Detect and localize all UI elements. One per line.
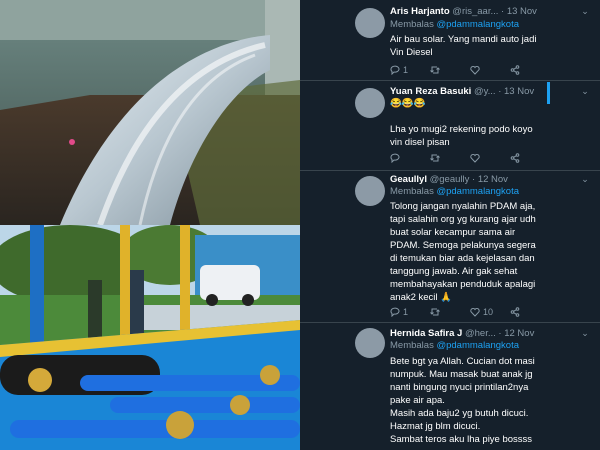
tweet-text: 😂😂😂 Lha yo mugi2 rekening podo koyo vin …	[390, 97, 590, 149]
reply-to-handle[interactable]: @pdammalangkota	[436, 19, 519, 30]
tweet-geaullyl[interactable]: Geaullyl @geaully · 12 Nov ⌄ Membalas @p…	[300, 170, 600, 323]
avatar[interactable]	[355, 88, 385, 118]
tweet-aris-harjanto[interactable]: Aris Harjanto @ris_aar... · 13 Nov ⌄ Mem…	[300, 0, 600, 81]
author-handle: @geaully	[429, 174, 470, 185]
tweet-line: numpuk. Mau masak buat anak jg	[390, 369, 533, 380]
author-name[interactable]: Hernida Safira J	[390, 328, 462, 339]
tweet-line: Bete bgt ya Allah. Cucian dot masi	[390, 356, 535, 367]
like-icon	[470, 153, 480, 163]
water-outflow-photo	[0, 0, 300, 225]
tweet-text: Tolong jangan nyalahin PDAM aja, tapi sa…	[390, 200, 590, 304]
tweet-line: Hazmat jg blm dicuci.	[390, 421, 481, 432]
avatar[interactable]	[355, 176, 385, 206]
reply-prefix: Membalas	[390, 340, 434, 351]
author-name[interactable]: Geaullyl	[390, 174, 427, 185]
like-button[interactable]	[470, 63, 483, 77]
share-button[interactable]	[510, 63, 520, 77]
tweet-line: nanti bingung nyuci printilan2nya	[390, 382, 529, 393]
reply-count: 1	[403, 65, 409, 75]
tweet-line: pake air apa.	[390, 395, 445, 406]
tweet-date[interactable]: 13 Nov	[507, 6, 537, 17]
share-button[interactable]	[510, 151, 520, 165]
tweet-line: Tolong jangan nyalahin PDAM aja,	[390, 201, 536, 212]
reply-button[interactable]	[390, 151, 403, 165]
chevron-down-icon[interactable]: ⌄	[580, 328, 590, 339]
reply-icon	[390, 153, 400, 163]
tweet-line: Vin Diesel	[390, 47, 433, 58]
avatar[interactable]	[355, 328, 385, 358]
tweet-line: Air bau solar. Yang mandi auto jadi	[390, 34, 537, 45]
author-handle: @her...	[464, 328, 496, 339]
chevron-down-icon[interactable]: ⌄	[580, 174, 590, 185]
retweet-button[interactable]	[430, 63, 443, 77]
retweet-button[interactable]	[430, 305, 443, 319]
share-icon	[510, 307, 520, 317]
tweet-date[interactable]: 12 Nov	[478, 174, 508, 185]
retweet-icon	[430, 308, 440, 316]
tweet-line: membahayakan penduduk apalagi	[390, 279, 536, 290]
tweet-line: di temukan biar ada kejelasan dan	[390, 253, 535, 264]
share-icon	[510, 65, 520, 75]
tweet-yuan-reza-basuki[interactable]: Yuan Reza Basuki @y... · 13 Nov ⌄ 😂😂😂 Lh…	[300, 80, 600, 171]
reply-to-handle[interactable]: @pdammalangkota	[436, 186, 519, 197]
tweet-actions: 1 10	[390, 305, 590, 319]
author-name[interactable]: Yuan Reza Basuki	[390, 86, 471, 97]
reply-prefix: Membalas	[390, 19, 434, 30]
tweet-hernida-safira[interactable]: Hernida Safira J @her... · 12 Nov ⌄ Memb…	[300, 322, 600, 450]
reply-to-handle[interactable]: @pdammalangkota	[436, 340, 519, 351]
twitter-thread: Aris Harjanto @ris_aar... · 13 Nov ⌄ Mem…	[300, 0, 600, 450]
tweet-line: PDAM. Semoga pelakunya segera	[390, 240, 536, 251]
reply-button[interactable]: 1	[390, 63, 408, 77]
tweet-line: Sambat teros aku lha piye bossss	[390, 434, 533, 445]
retweet-icon	[430, 66, 440, 74]
reply-icon	[390, 65, 400, 75]
tweet-actions: 1	[390, 63, 590, 77]
avatar[interactable]	[355, 8, 385, 38]
like-icon	[470, 65, 480, 75]
reply-icon	[390, 307, 400, 317]
author-handle: @ris_aar...	[452, 6, 499, 17]
chevron-down-icon[interactable]: ⌄	[580, 6, 590, 17]
tweet-line: vin disel pisan	[390, 137, 450, 148]
reply-count: 1	[403, 307, 409, 317]
like-button[interactable]: 10	[470, 305, 493, 319]
tweet-line: tapi salahin org yg kurang ajar udh	[390, 214, 536, 225]
tweet-line: Lha yo mugi2 rekening podo koyo	[390, 124, 533, 135]
tweet-actions	[390, 151, 590, 165]
tweet-line: buat solar kecampur sama air	[390, 227, 516, 238]
chevron-down-icon[interactable]: ⌄	[580, 86, 590, 97]
share-icon	[510, 153, 520, 163]
retweet-icon	[430, 154, 440, 162]
tweet-line: 😂😂😂	[390, 98, 426, 109]
pump-station-photo	[0, 225, 300, 450]
thread-indicator	[547, 82, 550, 104]
like-count: 10	[483, 307, 494, 317]
share-button[interactable]	[510, 305, 520, 319]
tweet-line: anak2 kecil 🙏	[390, 292, 452, 303]
reply-button[interactable]: 1	[390, 305, 408, 319]
like-icon	[470, 307, 480, 317]
reply-prefix: Membalas	[390, 186, 434, 197]
tweet-line: tanggung jawab. Air gak sehat	[390, 266, 518, 277]
retweet-button[interactable]	[430, 151, 443, 165]
author-name[interactable]: Aris Harjanto	[390, 6, 450, 17]
tweet-line: Masih ada baju2 yg butuh dicuci.	[390, 408, 529, 419]
tweet-date[interactable]: 12 Nov	[504, 328, 534, 339]
tweet-text: Air bau solar. Yang mandi auto jadi Vin …	[390, 33, 590, 59]
author-handle: @y...	[473, 86, 496, 97]
tweet-date[interactable]: 13 Nov	[504, 86, 534, 97]
like-button[interactable]	[470, 151, 483, 165]
tweet-text: Bete bgt ya Allah. Cucian dot masi numpu…	[390, 355, 590, 446]
tweet-line	[390, 110, 590, 123]
